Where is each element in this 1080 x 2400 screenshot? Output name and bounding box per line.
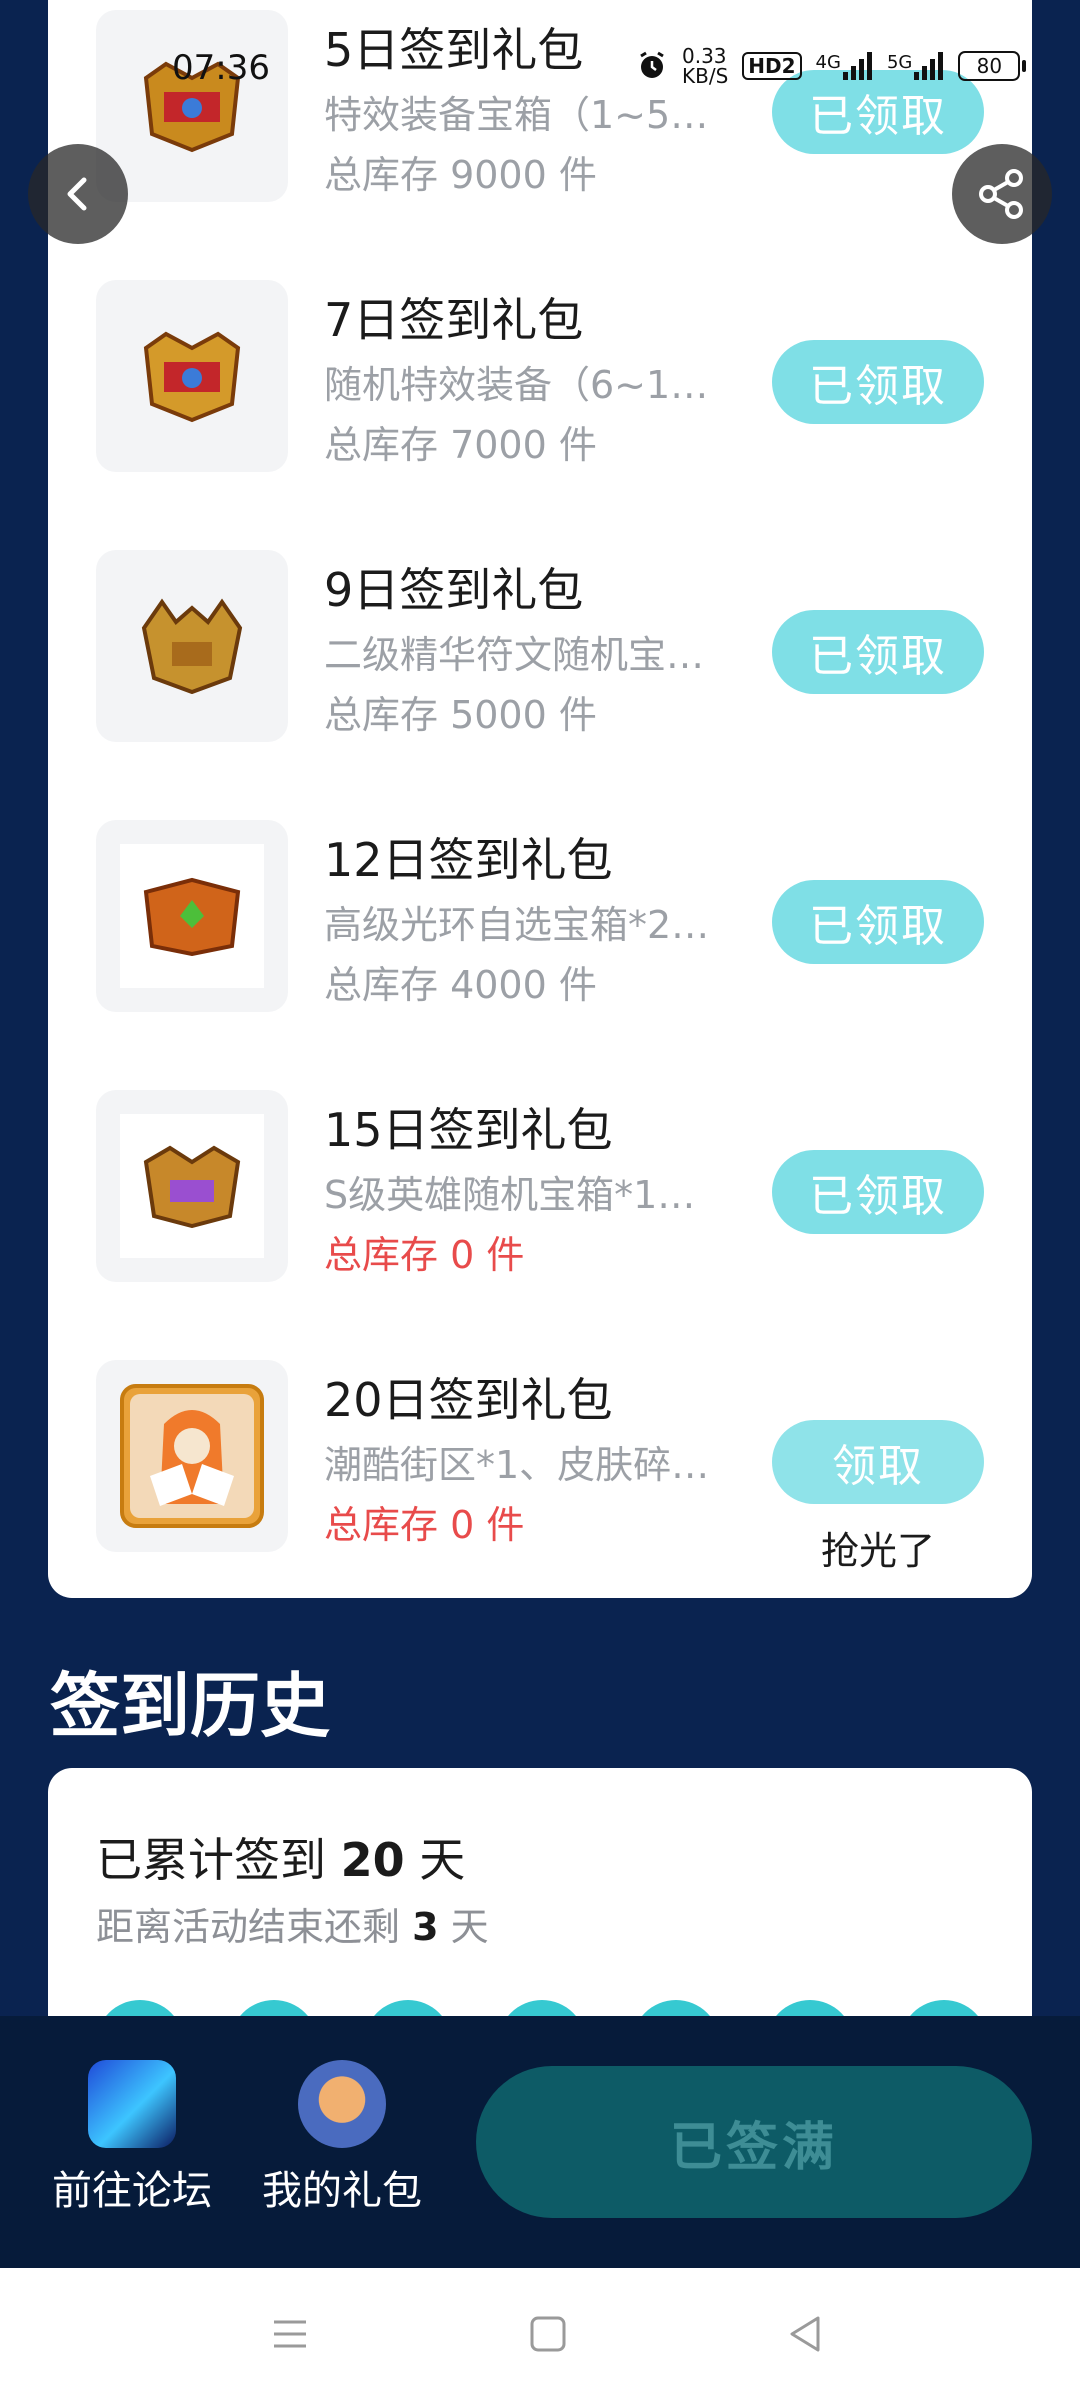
thumbnail-frame (120, 1114, 264, 1258)
thumbnail-frame (120, 844, 264, 988)
network-speed-value: 0.33 (682, 44, 727, 68)
gift-thumbnail (96, 1360, 288, 1552)
forum-app-icon (88, 2060, 176, 2148)
hd-icon: HD2 (742, 52, 802, 80)
gift-stock: 总库存 4000 件 (324, 963, 597, 1007)
gift-title: 9日签到礼包 (324, 563, 584, 617)
gift-list-card: 5日签到礼包 特效装备宝箱（1~5… 总库存 9000 件 已领取 7日签到礼包… (48, 0, 1032, 1598)
gift-stock: 总库存 5000 件 (324, 693, 597, 737)
status-time: 07:36 (172, 48, 270, 88)
forum-link[interactable]: 前往论坛 (42, 2060, 222, 2216)
days-remaining: 距离活动结束还剩 3 天 (96, 1896, 489, 1951)
my-gifts-label: 我的礼包 (262, 2168, 422, 2214)
claim-button[interactable]: 领取 (772, 1420, 984, 1504)
treasure-chest-icon (143, 1145, 241, 1228)
gift-title: 5日签到礼包 (324, 23, 584, 77)
gift-row-7-day: 7日签到礼包 随机特效装备（6~1… 总库存 7000 件 已领取 (48, 280, 1032, 480)
gift-stock: 总库存 9000 件 (324, 153, 597, 197)
gift-thumbnail (96, 10, 288, 202)
total-signin-days: 已累计签到 20 天 (96, 1824, 465, 1890)
gift-stock: 总库存 7000 件 (324, 423, 597, 467)
home-icon[interactable] (524, 2310, 572, 2358)
gift-stock: 总库存 0 件 (324, 1503, 525, 1547)
battery-icon: 80 (958, 51, 1027, 81)
signal-5g-icon: 5G (887, 52, 944, 80)
gift-description: S级英雄随机宝箱*1… (324, 1173, 696, 1217)
claimed-button[interactable]: 已领取 (772, 340, 984, 424)
gift-stock: 总库存 0 件 (324, 1233, 525, 1277)
treasure-chest-icon (143, 877, 241, 956)
gift-thumbnail (96, 280, 288, 472)
share-button[interactable] (952, 144, 1052, 244)
history-section-title: 签到历史 (50, 1665, 330, 1747)
fully-signed-button[interactable]: 已签满 (476, 2066, 1032, 2218)
days-remaining-count: 3 (412, 1905, 439, 1949)
network-type-label: 4G (815, 52, 841, 73)
total-signin-suffix: 天 (419, 1833, 466, 1887)
gift-thumbnail (96, 550, 288, 742)
gift-description: 特效装备宝箱（1~5… (324, 93, 709, 137)
menu-icon[interactable] (266, 2310, 314, 2358)
history-card: 已累计签到 20 天 距离活动结束还剩 3 天 (48, 1768, 1032, 2028)
bottom-action-bar: 前往论坛 我的礼包 已签满 (0, 2016, 1080, 2268)
gift-title: 12日签到礼包 (324, 833, 613, 887)
gift-title: 7日签到礼包 (324, 293, 584, 347)
days-remaining-prefix: 距离活动结束还剩 (96, 1905, 401, 1949)
gift-row-12-day: 12日签到礼包 高级光环自选宝箱*2… 总库存 4000 件 已领取 (48, 820, 1032, 1020)
treasure-chest-icon (143, 331, 241, 423)
total-signin-count: 20 (340, 1833, 405, 1887)
chevron-left-icon (67, 177, 87, 211)
signal-4g-icon: 4G (816, 52, 873, 80)
gift-description: 高级光环自选宝箱*2… (324, 903, 710, 947)
battery-level: 80 (976, 54, 1003, 78)
claimed-button[interactable]: 已领取 (772, 1150, 984, 1234)
claimed-button[interactable]: 已领取 (772, 610, 984, 694)
forum-label: 前往论坛 (52, 2168, 212, 2214)
gift-row-5-day: 5日签到礼包 特效装备宝箱（1~5… 总库存 9000 件 已领取 (48, 10, 1032, 210)
claimed-button[interactable]: 已领取 (772, 880, 984, 964)
treasure-chest-icon (141, 598, 243, 694)
gift-description: 潮酷街区*1、皮肤碎… (324, 1443, 710, 1487)
total-signin-prefix: 已累计签到 (96, 1833, 326, 1887)
alarm-icon (640, 51, 664, 78)
sold-out-label: 抢光了 (820, 1529, 935, 1573)
back-triangle-icon[interactable] (782, 2310, 830, 2358)
network-speed-unit: KB/S (682, 64, 729, 88)
gift-row-20-day: 20日签到礼包 潮酷街区*1、皮肤碎… 总库存 0 件 领取 抢光了 (48, 1360, 1032, 1573)
my-gifts-avatar-icon (298, 2060, 386, 2148)
network-speed: 0.33 KB/S (682, 46, 728, 86)
days-remaining-suffix: 天 (450, 1905, 489, 1949)
gift-row-15-day: 15日签到礼包 S级英雄随机宝箱*1… 总库存 0 件 已领取 (48, 1090, 1032, 1290)
gift-thumbnail (96, 820, 288, 1012)
gift-description: 二级精华符文随机宝… (324, 633, 705, 677)
back-button[interactable] (28, 144, 128, 244)
network-type-label: 5G (886, 52, 913, 73)
system-navigation-bar (0, 2268, 1080, 2400)
share-icon (979, 169, 1023, 219)
gift-thumbnail (96, 1090, 288, 1282)
character-avatar-icon (120, 1384, 264, 1528)
gift-title: 15日签到礼包 (324, 1103, 613, 1157)
status-icons: 0.33 KB/S HD2 4G 5G 80 (636, 44, 1027, 88)
gift-description: 随机特效装备（6~1… (324, 363, 709, 407)
gift-row-9-day: 9日签到礼包 二级精华符文随机宝… 总库存 5000 件 已领取 (48, 550, 1032, 750)
my-gifts-link[interactable]: 我的礼包 (252, 2060, 432, 2216)
gift-title: 20日签到礼包 (324, 1373, 613, 1427)
